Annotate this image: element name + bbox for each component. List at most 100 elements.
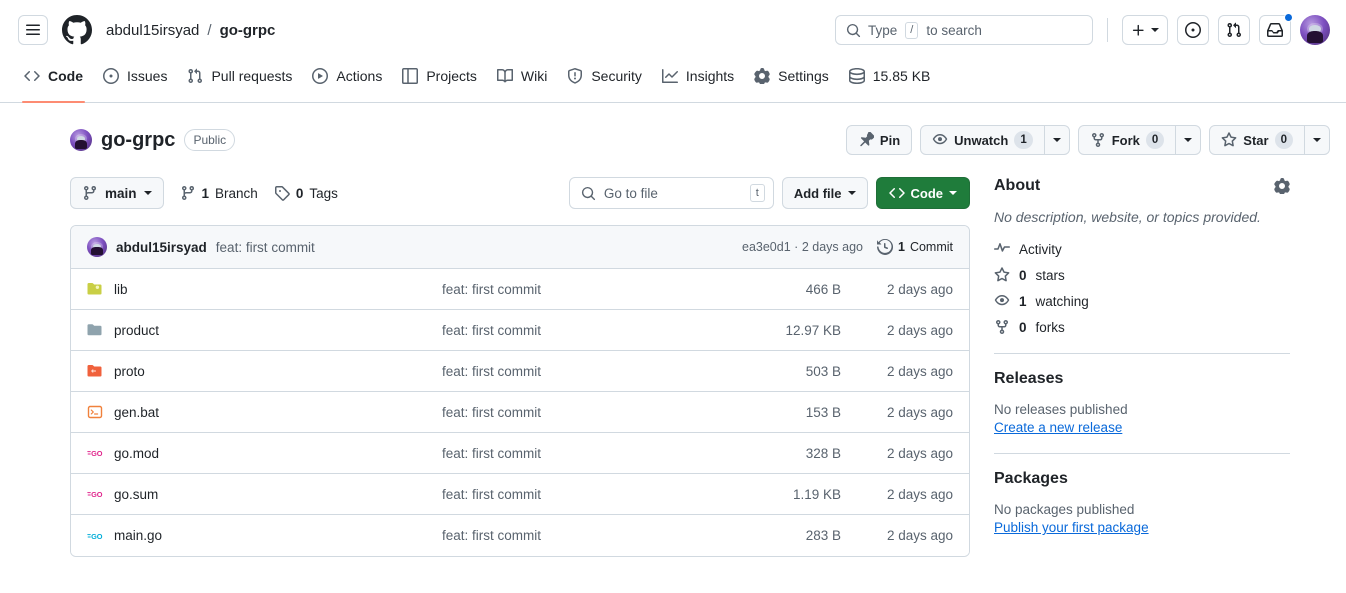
create-new-button[interactable]: [1122, 15, 1168, 45]
file-commit-message[interactable]: feat: first commit: [442, 446, 721, 461]
file-link[interactable]: go.sum: [114, 487, 158, 502]
file-date: 2 days ago: [886, 281, 953, 297]
repo-title: go-grpc Public: [70, 129, 236, 152]
file-commit-message[interactable]: feat: first commit: [442, 487, 721, 502]
table-row[interactable]: lib feat: first commit 466 B 2 days ago: [71, 269, 969, 310]
visibility-badge: Public: [184, 129, 236, 151]
file-link[interactable]: go.mod: [114, 446, 159, 461]
create-release-link[interactable]: Create a new release: [994, 420, 1122, 435]
file-link[interactable]: main.go: [114, 528, 162, 543]
table-row[interactable]: GO go.mod feat: first commit 328 B 2 day…: [71, 433, 969, 474]
commit-message[interactable]: feat: first commit: [216, 240, 315, 255]
code-button[interactable]: Code: [875, 177, 970, 209]
tab-pull-requests[interactable]: Pull requests: [177, 60, 302, 102]
gear-icon[interactable]: [1274, 178, 1290, 194]
book-icon: [496, 68, 513, 84]
code-icon: [888, 185, 905, 201]
repo-actions: Pin Unwatch 1 Fork 0 Star 0: [845, 125, 1330, 155]
table-row[interactable]: proto feat: first commit 503 B 2 days ag…: [71, 351, 969, 392]
repo-size-label: 15.85 KB: [872, 68, 931, 84]
tab-wiki[interactable]: Wiki: [487, 60, 557, 102]
page-title[interactable]: go-grpc: [101, 129, 175, 152]
file-commit-message[interactable]: feat: first commit: [442, 323, 721, 338]
tags-count: 0: [295, 185, 304, 201]
watch-dropdown-button[interactable]: [1044, 125, 1070, 155]
star-control: Star 0: [1209, 125, 1330, 155]
file-commit-message[interactable]: feat: first commit: [442, 528, 721, 543]
fork-button[interactable]: Fork 0: [1077, 125, 1177, 155]
file-commit-message[interactable]: feat: first commit: [442, 405, 721, 420]
github-logo-icon[interactable]: [62, 15, 92, 45]
file-name-cell: product: [87, 322, 442, 338]
packages-empty-text: No packages published: [994, 502, 1135, 517]
avatar[interactable]: [1300, 15, 1330, 45]
repo-size-indicator[interactable]: 15.85 KB: [839, 60, 941, 102]
file-link[interactable]: product: [114, 323, 159, 338]
repo-nav: Code Issues Pull requests Actions Projec…: [0, 60, 1346, 103]
tab-actions[interactable]: Actions: [302, 60, 392, 102]
tab-code[interactable]: Code: [14, 60, 93, 103]
fork-count: 0: [1145, 131, 1165, 149]
commit-author-avatar[interactable]: [87, 237, 107, 257]
file-link[interactable]: lib: [114, 282, 128, 297]
tab-issues[interactable]: Issues: [93, 60, 177, 102]
issues-button[interactable]: [1177, 15, 1209, 45]
tab-insights[interactable]: Insights: [652, 60, 744, 102]
branch-name: main: [105, 185, 137, 201]
go-file-icon: GO: [87, 445, 103, 461]
stars-link[interactable]: 0 stars: [994, 267, 1290, 283]
repo-owner-avatar[interactable]: [70, 129, 92, 151]
commit-author[interactable]: abdul15irsyad: [116, 240, 207, 255]
star-dropdown-button[interactable]: [1305, 125, 1330, 155]
commits-count-value: 1: [897, 240, 905, 254]
commit-history-link[interactable]: 1 Commit: [876, 239, 953, 255]
issue-opened-icon: [103, 68, 119, 84]
app-header: abdul15irsyad / go-grpc Type / to search: [0, 0, 1346, 60]
table-row[interactable]: GO main.go feat: first commit 283 B 2 da…: [71, 515, 969, 556]
history-icon: [876, 239, 893, 255]
go-to-file-input[interactable]: Go to file t: [568, 177, 774, 209]
file-date: 2 days ago: [886, 363, 953, 379]
file-commit-message[interactable]: feat: first commit: [442, 282, 721, 297]
file-link[interactable]: proto: [114, 364, 145, 379]
table-row[interactable]: product feat: first commit 12.97 KB 2 da…: [71, 310, 969, 351]
add-file-button[interactable]: Add file: [781, 177, 868, 209]
star-button[interactable]: Star 0: [1209, 125, 1305, 155]
tab-security[interactable]: Security: [557, 60, 652, 102]
star-count: 0: [1274, 131, 1293, 149]
forks-label: forks: [1035, 319, 1065, 335]
search-input[interactable]: Type / to search: [835, 15, 1093, 45]
git-pull-request-icon: [1226, 22, 1242, 38]
file-commit-message[interactable]: feat: first commit: [442, 364, 721, 379]
pull-requests-button[interactable]: [1218, 15, 1250, 45]
tab-projects[interactable]: Projects: [392, 60, 487, 102]
fork-dropdown-button[interactable]: [1176, 125, 1202, 155]
chevron-down-icon: [1151, 28, 1159, 32]
chevron-down-icon: [1052, 138, 1061, 142]
notifications-button[interactable]: [1259, 13, 1293, 45]
activity-link[interactable]: Activity: [994, 241, 1290, 257]
table-row[interactable]: GO go.sum feat: first commit 1.19 KB 2 d…: [71, 474, 969, 515]
file-name-cell: lib: [87, 281, 442, 297]
branches-link[interactable]: 1 Branch: [180, 185, 258, 201]
unwatch-button[interactable]: Unwatch 1: [920, 125, 1045, 155]
breadcrumb-owner[interactable]: abdul15irsyad: [106, 22, 199, 39]
hamburger-menu-button[interactable]: [18, 15, 48, 45]
folder-icon: [87, 322, 103, 338]
code-icon: [24, 68, 40, 84]
pin-button[interactable]: Pin: [845, 125, 913, 155]
watching-link[interactable]: 1 watching: [994, 293, 1290, 309]
tab-settings[interactable]: Settings: [744, 60, 839, 102]
shield-icon: [567, 68, 583, 84]
file-date: 2 days ago: [886, 322, 953, 338]
svg-text:GO: GO: [91, 490, 103, 499]
tags-link[interactable]: 0 Tags: [274, 185, 338, 201]
breadcrumb-repo[interactable]: go-grpc: [220, 22, 276, 39]
forks-link[interactable]: 0 forks: [994, 319, 1290, 335]
table-row[interactable]: gen.bat feat: first commit 153 B 2 days …: [71, 392, 969, 433]
file-link[interactable]: gen.bat: [114, 405, 159, 420]
commit-hash[interactable]: ea3e0d1 · 2 days ago: [742, 240, 863, 254]
releases-title: Releases: [994, 370, 1064, 387]
publish-package-link[interactable]: Publish your first package: [994, 520, 1149, 535]
branch-selector[interactable]: main: [70, 177, 164, 209]
